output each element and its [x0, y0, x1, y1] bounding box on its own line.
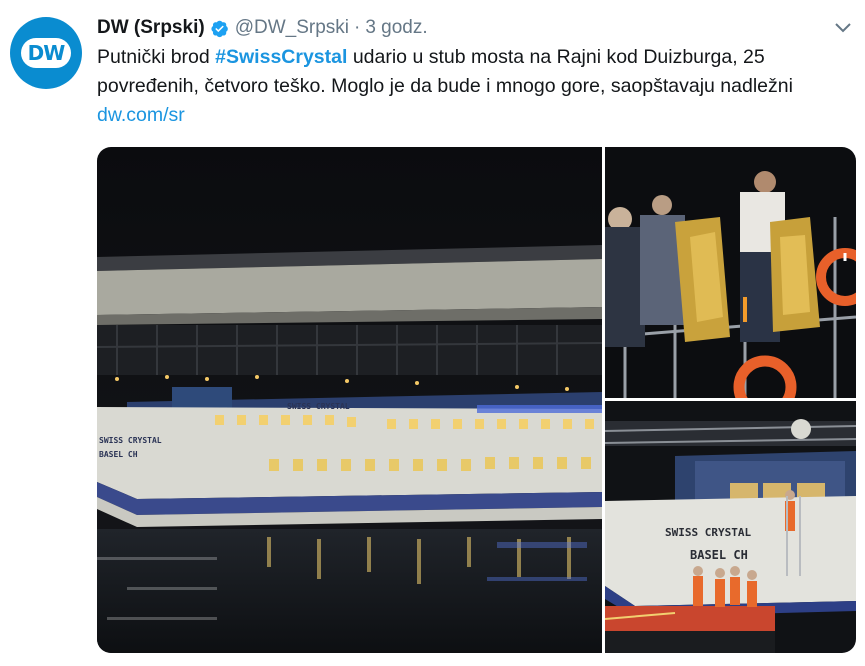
- tweet-text-start: Putnički brod: [97, 46, 216, 68]
- media-grid: SWISS CRYSTAL SWISS CRYSTAL BASEL CH SWI…: [97, 147, 856, 653]
- dw-logo-icon: DW: [21, 38, 71, 68]
- tweet-text: Putnički brod #SwissCrystal udario u stu…: [97, 43, 857, 130]
- bow-label-2: BASEL CH: [99, 450, 138, 459]
- tweet-timestamp[interactable]: 3 godz.: [365, 17, 427, 39]
- display-name[interactable]: DW (Srpski): [97, 17, 205, 39]
- photo-ship-under-bridge[interactable]: SWISS CRYSTAL SWISS CRYSTAL BASEL CH: [97, 147, 602, 653]
- photo-ship-bow-closeup[interactable]: SWISS CRYSTAL BASEL CH: [605, 401, 856, 653]
- photo-rescuers-thermal-blankets[interactable]: [605, 147, 856, 398]
- bow-closeup-label-1: SWISS CRYSTAL: [665, 526, 751, 539]
- user-handle[interactable]: @DW_Srpski: [235, 17, 349, 39]
- chevron-down-icon[interactable]: [833, 20, 853, 36]
- bow-closeup-label-2: BASEL CH: [690, 548, 748, 562]
- hashtag-link[interactable]: #SwissCrystal: [215, 46, 347, 68]
- avatar[interactable]: DW: [10, 17, 82, 89]
- separator-dot: ·: [353, 17, 361, 38]
- verified-badge-icon: [211, 20, 228, 37]
- bow-label-1: SWISS CRYSTAL: [99, 436, 162, 445]
- tweet-header: DW (Srpski) @DW_Srpski · 3 godz.: [97, 15, 845, 41]
- url-link[interactable]: dw.com/sr: [97, 101, 857, 130]
- ship-name-label: SWISS CRYSTAL: [287, 402, 350, 411]
